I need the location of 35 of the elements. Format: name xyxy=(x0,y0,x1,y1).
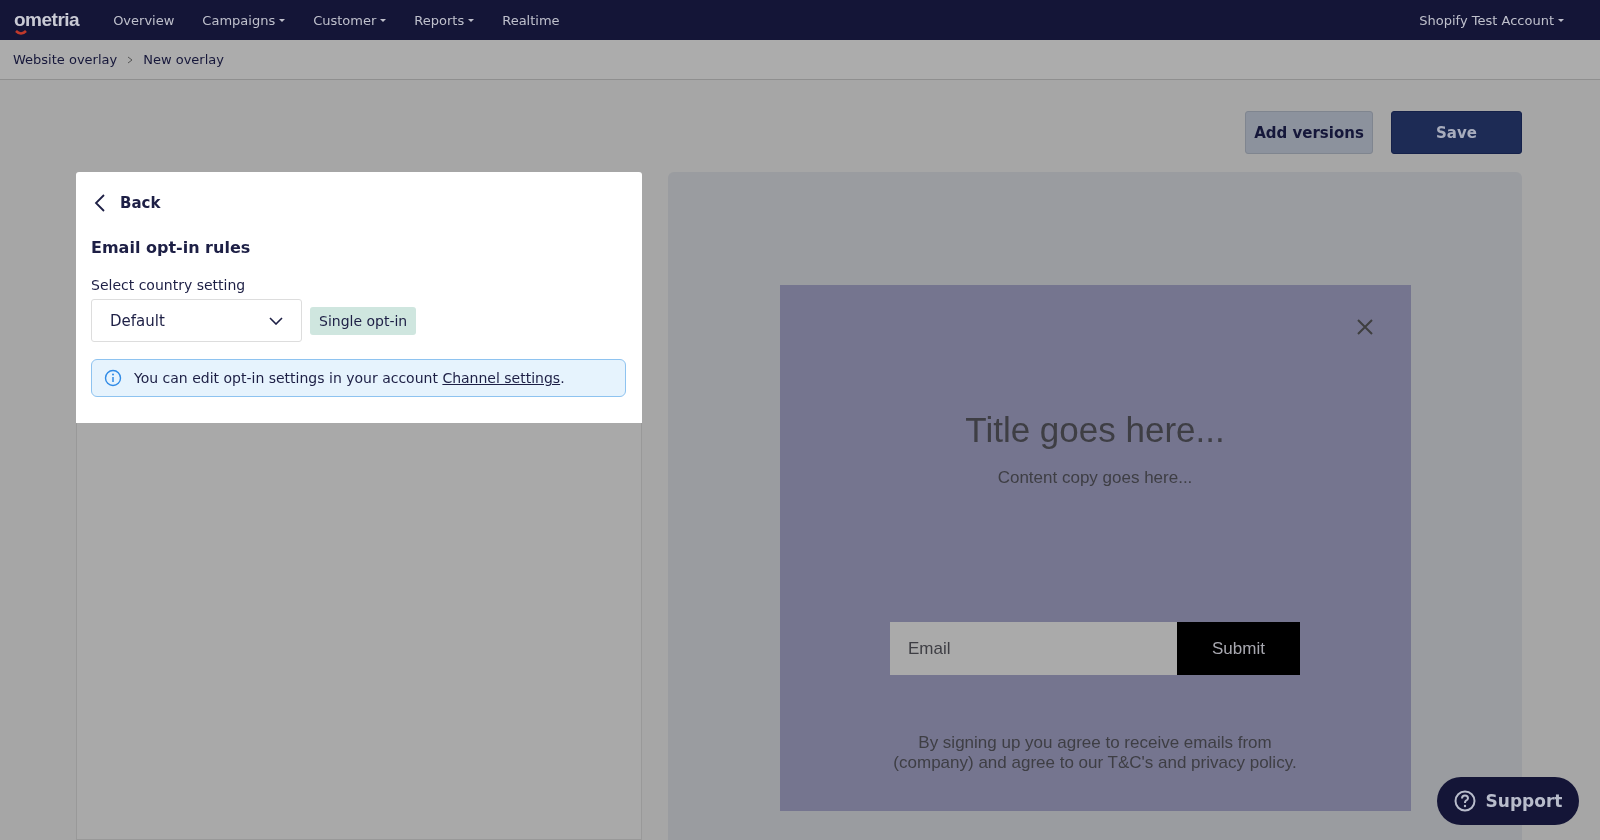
country-select[interactable]: Default xyxy=(91,299,302,342)
channel-settings-link[interactable]: Channel settings xyxy=(442,370,561,386)
nav-menu-item[interactable]: Customer xyxy=(299,12,401,28)
opt-in-badge: Single opt-in xyxy=(310,306,417,335)
support-button[interactable]: Support xyxy=(1437,777,1579,825)
chevron-right-icon xyxy=(126,55,135,64)
section-heading: Email opt-in rules xyxy=(91,238,252,257)
breadcrumb-link[interactable]: Website overlay xyxy=(13,52,118,67)
logo-swoosh-icon xyxy=(15,30,27,36)
popup-title: Title goes here... xyxy=(965,410,1225,450)
save-button[interactable]: Save xyxy=(1391,111,1522,154)
popup-content: Content copy goes here... xyxy=(997,468,1193,488)
chevron-down-icon xyxy=(269,316,283,325)
nav-menu-item[interactable]: Overview xyxy=(99,12,189,28)
chevron-left-icon xyxy=(94,194,106,212)
close-icon[interactable] xyxy=(1355,318,1374,336)
back-button[interactable]: Back xyxy=(91,194,161,212)
nav-menu-item[interactable]: Realtime xyxy=(488,12,574,28)
caret-icon xyxy=(1558,18,1564,22)
info-message: You can edit opt-in settings in your account Channel settings. xyxy=(134,370,565,386)
email-input[interactable]: Email xyxy=(890,622,1177,675)
account-menu[interactable]: Shopify Test Account xyxy=(1405,12,1578,28)
info-icon xyxy=(104,369,122,387)
field-label: Select country setting xyxy=(91,277,247,293)
legal-text: By signing up you agree to receive emails from (company) and agree to our T&C's and privacy policy. xyxy=(892,733,1298,773)
submit-button[interactable]: Submit xyxy=(1177,622,1300,675)
logo-wordmark[interactable]: ometria xyxy=(14,9,80,30)
add-versions-button[interactable]: Add versions xyxy=(1245,111,1373,154)
nav-menu-item[interactable]: Campaigns xyxy=(188,12,300,28)
breadcrumb-link[interactable]: New overlay xyxy=(143,52,224,67)
caret-icon xyxy=(468,18,475,22)
caret-icon xyxy=(380,18,387,22)
nav-menu-item[interactable]: Reports xyxy=(400,12,489,28)
help-icon xyxy=(1453,790,1476,812)
caret-icon xyxy=(279,18,286,22)
